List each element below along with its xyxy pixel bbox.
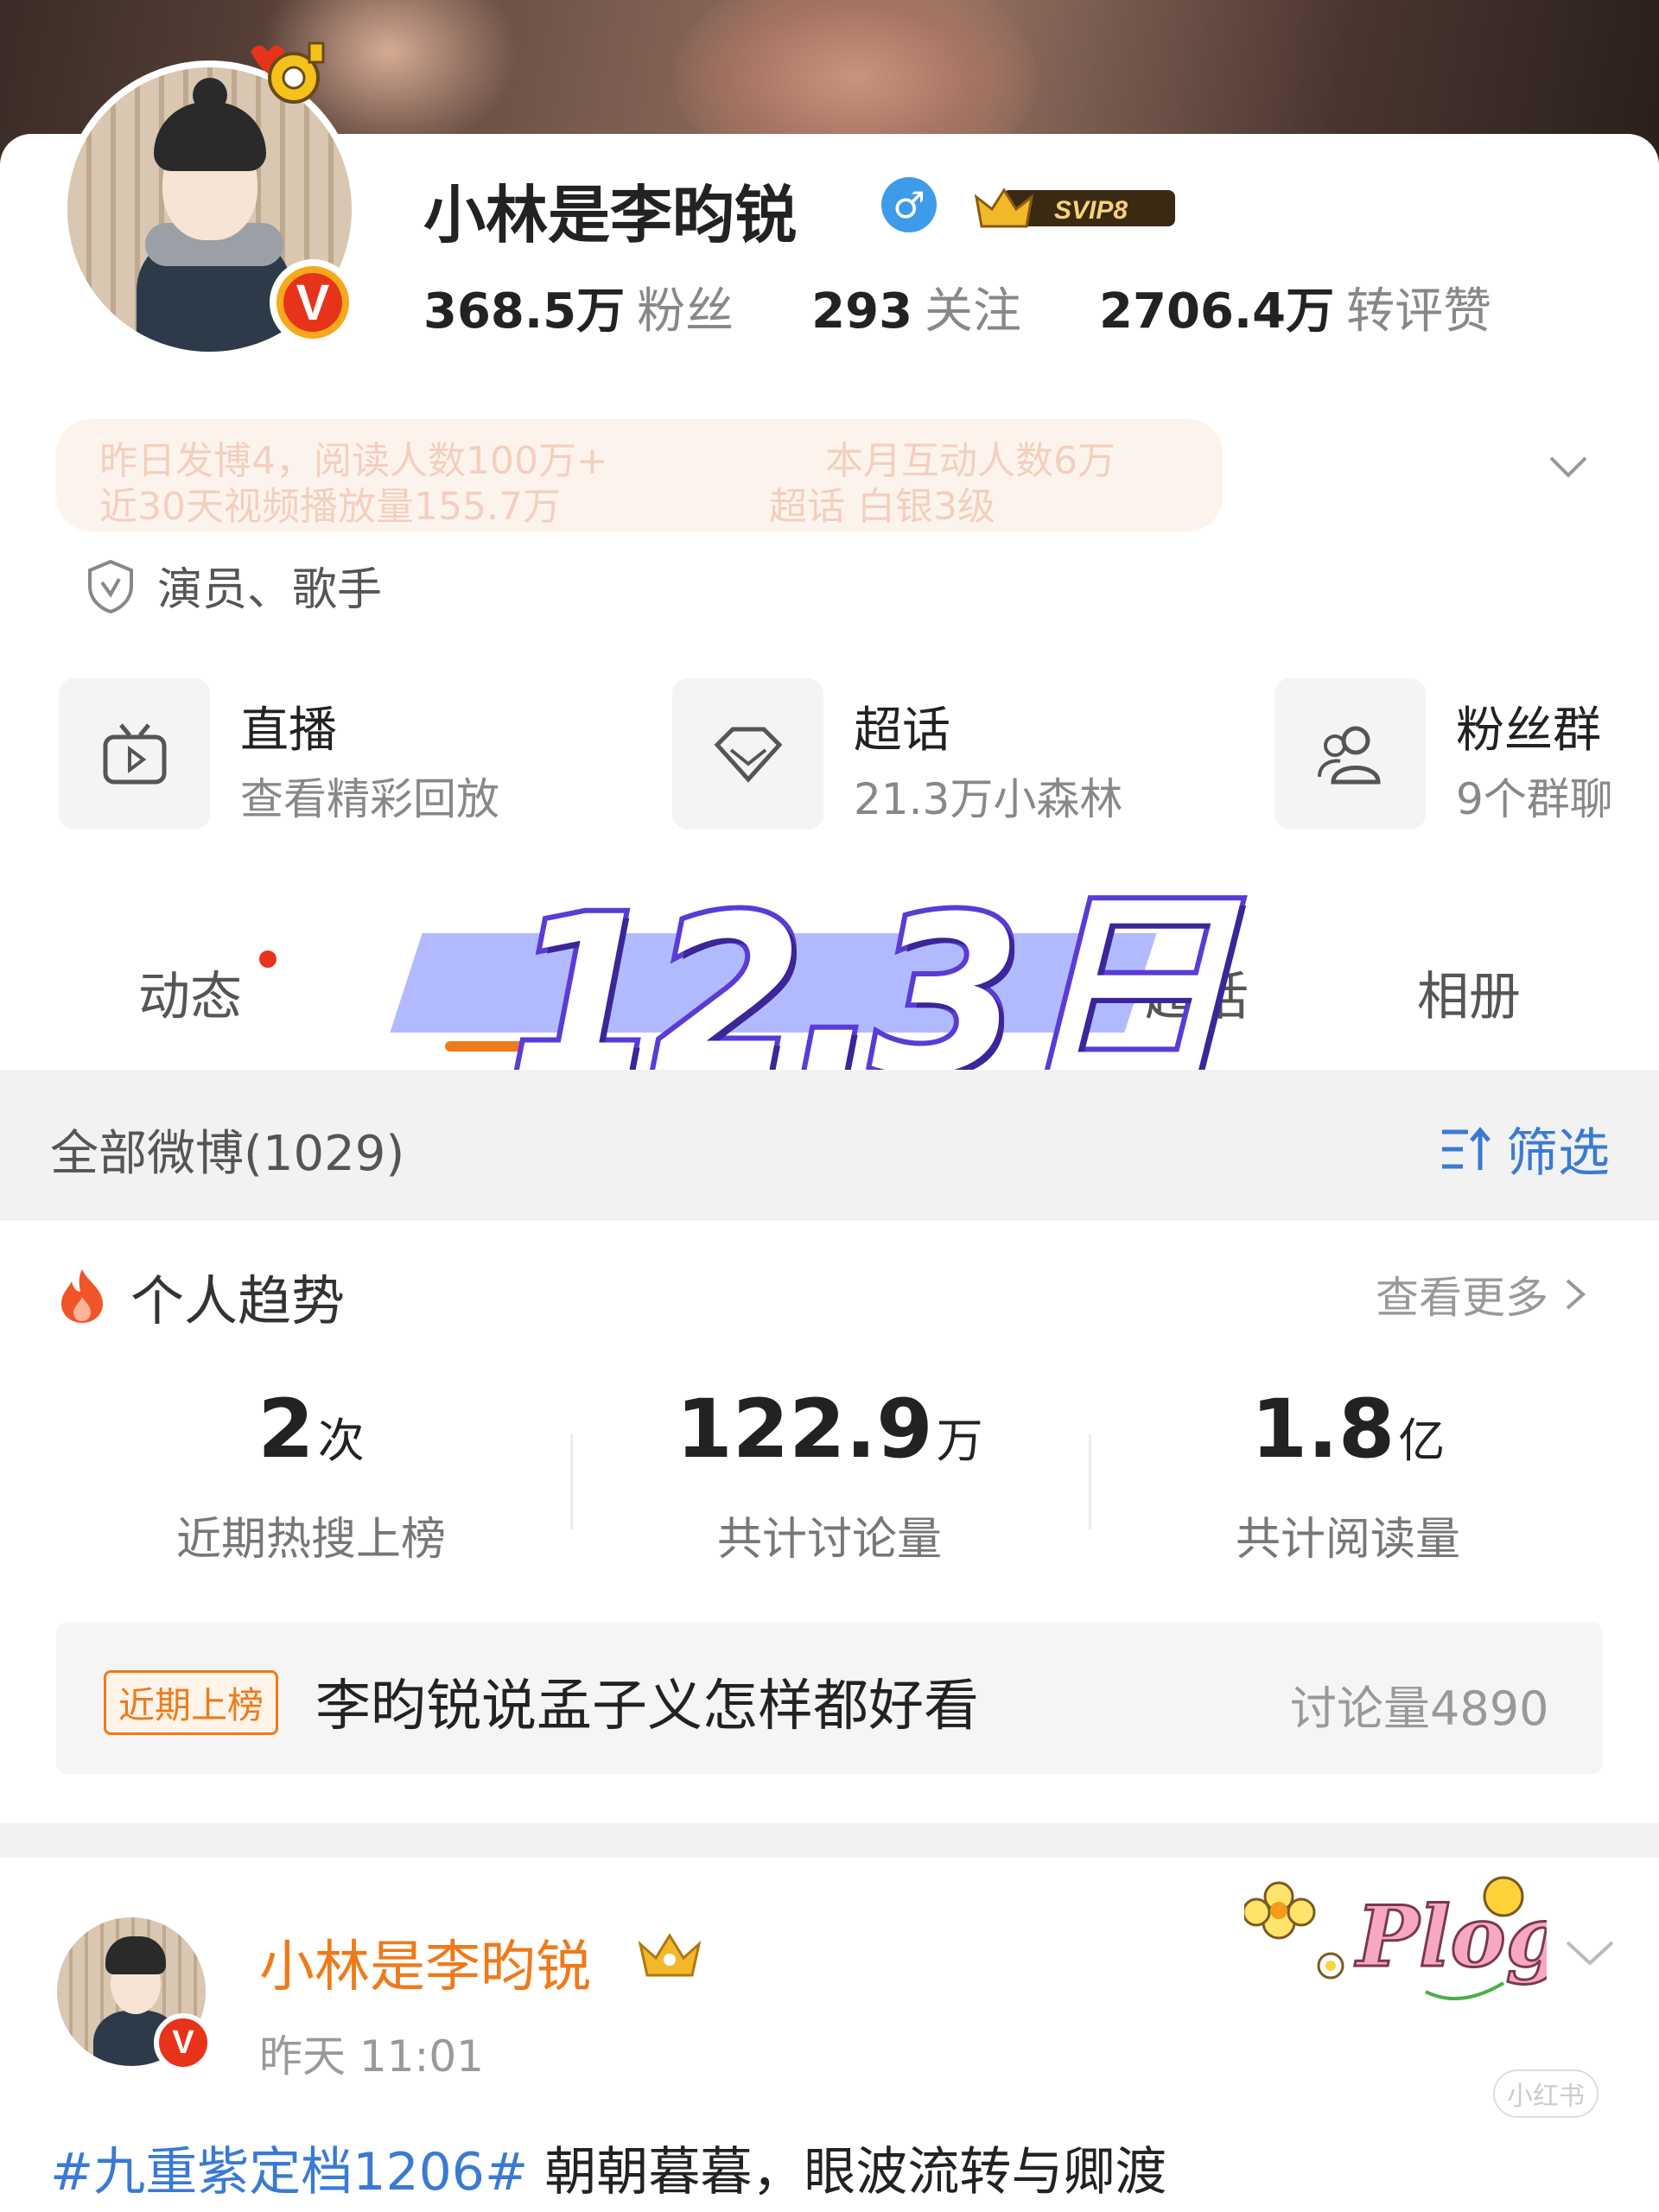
svip-badge[interactable]: SVIP8 [968,180,1179,233]
group-icon [1317,726,1381,784]
service-title: 粉丝群 [1456,702,1601,759]
service-subtitle: 查看精彩回放 [240,774,499,824]
hot-search-text: 李昀锐说孟子义怎样都好看 [315,1675,979,1738]
metric-label: 共计阅读量 [1235,1514,1460,1566]
service-subtitle: 9个群聊 [1456,774,1613,824]
service-fan-group[interactable]: 粉丝群 9个群聊 [1274,678,1655,830]
metric-reads[interactable]: 1.8亿 共计阅读量 [1089,1382,1607,1567]
post-text[interactable]: #九重紫定档1206# 朝朝暮暮，眼波流转与卿渡 [50,2130,1166,2205]
role-row: 演员、歌手 [86,553,382,618]
filter-icon [1442,1126,1491,1170]
stat-likes[interactable]: 2706.4万 转评赞 [1099,272,1491,342]
section-divider [0,1823,1659,1858]
chevron-down-icon[interactable] [1547,445,1590,488]
flame-icon [61,1269,103,1323]
chevron-right-icon [1566,1279,1586,1310]
metric-unit: 次 [317,1414,365,1468]
metric-value: 122.9 [676,1382,933,1477]
chevron-down-icon[interactable] [1564,1936,1616,1970]
hot-search-count: 讨论量4890 [1290,1681,1549,1736]
service-live[interactable]: 直播 查看精彩回放 [59,678,577,830]
crown-icon [638,1933,702,1977]
notification-dot [259,950,276,968]
metric-value: 2 [257,1382,315,1477]
metric-discussion[interactable]: 122.9万 共计讨论量 [570,1382,1089,1567]
hot-search-item[interactable]: 近期上榜 李昀锐说孟子义怎样都好看 讨论量4890 [56,1623,1603,1774]
post-author[interactable]: 小林是李昀锐 [259,1923,591,2002]
feed-header: 全部微博(1029) 筛选 [0,1070,1659,1221]
post-count: 全部微博(1029) [50,1126,405,1182]
plog-sticker-icon: Plog [1244,1876,1547,2000]
tv-icon [103,722,166,784]
post-body: 朝朝暮暮，眼波流转与卿渡 [528,2142,1167,2202]
post-hashtag[interactable]: #九重紫定档1206# [50,2142,528,2202]
post-verified-badge: V [154,2013,213,2072]
metric-value: 1.8 [1250,1382,1395,1477]
tab-feed[interactable]: 动态 [138,955,242,1030]
svip-label: SVIP8 [1054,196,1128,225]
role-text: 演员、歌手 [157,564,383,616]
trend-title: 个人趋势 [56,1257,345,1335]
diamond-icon [714,727,782,783]
metric-label: 近期热搜上榜 [175,1514,446,1566]
promo-line: 超话 白银3级 [769,485,995,529]
profile-stats: 368.5万 粉丝 293 关注 2706.4万 转评赞 [423,272,1569,342]
trend-title-text: 个人趋势 [130,1269,346,1332]
metric-label: 共计讨论量 [716,1514,942,1566]
service-super-topic[interactable]: 超话 21.3万小森林 [672,678,1191,830]
service-title: 直播 [240,702,337,759]
metric-hot-search[interactable]: 2次 近期热搜上榜 [52,1382,570,1567]
promo-line: 近30天视频播放量155.7万 [99,485,561,529]
view-more-text: 查看更多 [1376,1273,1548,1323]
activity-summary[interactable]: 昨日发博4，阅读人数100万+ 近30天视频播放量155.7万 本月互动人数6万… [56,419,1223,531]
metric-unit: 亿 [1398,1414,1446,1468]
service-subtitle: 21.3万小森林 [854,774,1123,824]
filter-label: 筛选 [1506,1123,1610,1184]
avatar-pendant-icon [251,41,325,104]
metric-unit: 万 [936,1414,983,1468]
flower-icon [1244,1881,1344,1980]
view-more-link[interactable]: 查看更多 [1376,1263,1586,1325]
profile-name: 小林是李昀锐 [423,181,798,251]
stat-following[interactable]: 293 关注 [811,272,1021,342]
service-title: 超话 [854,702,950,759]
watermark: 小红书 [1493,2069,1599,2118]
post-time: 昨天 11:01 [259,2031,484,2082]
filter-button[interactable]: 筛选 [1439,1111,1610,1186]
tab-album[interactable]: 相册 [1417,955,1521,1030]
recent-rank-badge: 近期上榜 [104,1670,279,1735]
male-gender-icon: ♂ [881,177,937,232]
shield-icon [88,559,133,613]
verified-badge: V [270,259,356,346]
stat-followers[interactable]: 368.5万 粉丝 [423,272,734,342]
